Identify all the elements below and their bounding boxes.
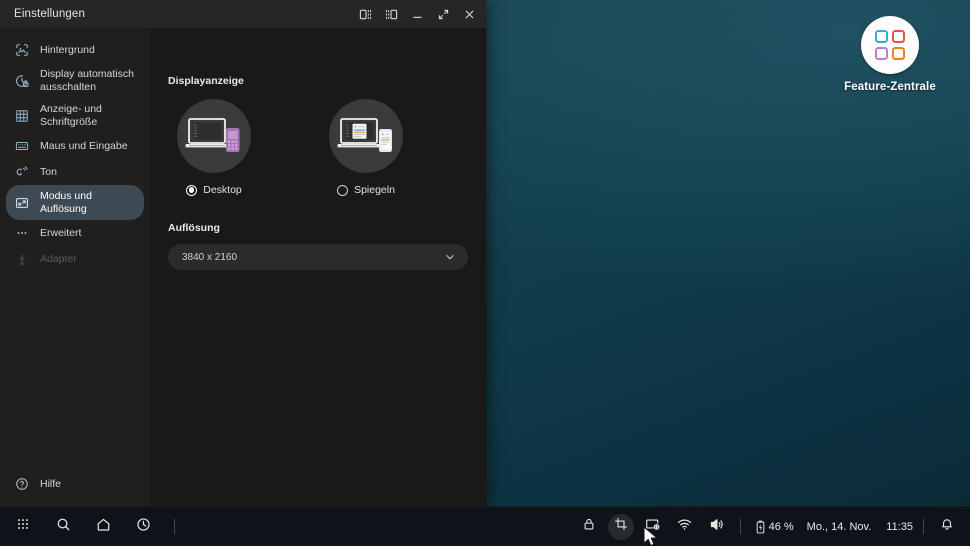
lock-icon [582, 517, 596, 536]
wifi-icon [677, 517, 692, 537]
screenshot-crop-icon [614, 517, 628, 536]
desktop-radio-label: Desktop [203, 184, 242, 196]
tile-blue-icon [875, 30, 888, 43]
sidebar-item-label: Hintergrund [40, 43, 95, 56]
settings-window[interactable]: Einstellungen Hintergrund Display automa… [0, 0, 486, 506]
desktop-icon-feature-zentrale[interactable]: Feature-Zentrale [839, 16, 941, 93]
settings-content: Displayanzeige Desktop Spiegeln Auflösun… [150, 28, 486, 506]
sidebar-item-label: Hilfe [40, 477, 62, 490]
keyboard-icon [14, 139, 29, 154]
sidebar-item-label: Anzeige- und Schriftgröße [40, 103, 102, 128]
desktop-icon-label: Feature-Zentrale [844, 81, 936, 93]
displayanzeige-title: Displayanzeige [168, 75, 244, 87]
spiegeln-radio-label: Spiegeln [354, 184, 395, 196]
sidebar-item-adapter: Adapter [6, 246, 144, 272]
sidebar-item-hilfe[interactable]: Hilfe [6, 471, 144, 497]
taskbar-divider-2 [739, 519, 741, 534]
sidebar-item-label: Adapter [40, 252, 77, 265]
taskbar-screenshot-button[interactable] [607, 513, 634, 540]
taskbar-search-button[interactable] [50, 514, 76, 540]
desktop-radio-row[interactable]: Desktop [168, 184, 260, 196]
sidebar-item-label: Ton [40, 165, 57, 178]
window-titlebar[interactable]: Einstellungen [0, 0, 486, 28]
more-dots-icon [14, 226, 29, 241]
help-circle-icon [14, 477, 29, 492]
window-title: Einstellungen [14, 8, 86, 20]
sound-icon [14, 165, 29, 180]
taskbar-divider-3 [923, 519, 924, 534]
sidebar-item-label: Modus und Auflösung [40, 190, 92, 215]
dock-right-button[interactable] [378, 1, 404, 27]
clock-icon [136, 517, 151, 537]
taskbar-wifi-button[interactable] [672, 514, 698, 540]
settings-sidebar: Hintergrund Display automatisch ausschal… [0, 28, 150, 506]
battery-charging-icon [755, 520, 766, 534]
sidebar-item-label: Display automatisch ausschalten [40, 68, 134, 93]
grid-size-icon [14, 108, 29, 123]
laptop-mirror-icon[interactable] [329, 99, 403, 173]
maximize-button[interactable] [430, 1, 456, 27]
laptop-extend-icon[interactable] [177, 99, 251, 173]
sidebar-item-label: Erweitert [40, 226, 82, 239]
home-icon [96, 517, 111, 537]
four-squares-icon [875, 30, 905, 60]
taskbar-recent-button[interactable] [130, 514, 156, 540]
bell-icon [940, 517, 954, 536]
resolution-section: Auflösung 3840 x 2160 [150, 222, 486, 270]
usb-icon [14, 252, 29, 267]
taskbar-notifications-button[interactable] [934, 514, 960, 540]
sidebar-item-ton[interactable]: Ton [6, 159, 144, 185]
taskbar: 46 % Mo., 14. Nov. 11:35 [0, 506, 970, 546]
speaker-icon [709, 517, 724, 537]
taskbar-left-group [0, 514, 183, 540]
resolution-value: 3840 x 2160 [182, 251, 238, 263]
taskbar-home-button[interactable] [90, 514, 116, 540]
display-mode-option-desktop[interactable]: Desktop [168, 99, 260, 196]
sidebar-item-display-automatisch-ausschalten[interactable]: Display automatisch ausschalten [6, 63, 144, 98]
minimize-button[interactable] [404, 1, 430, 27]
taskbar-volume-button[interactable] [704, 514, 730, 540]
grid-dots-icon [16, 517, 30, 536]
battery-percent: 46 % [768, 520, 794, 533]
taskbar-app-launcher-button[interactable] [10, 514, 36, 540]
sidebar-item-modus-und-aufloesung[interactable]: Modus und Auflösung [6, 185, 144, 220]
screen-timeout-icon [14, 73, 29, 88]
display-mode-options: Desktop Spiegeln [150, 99, 486, 196]
taskbar-divider [174, 519, 175, 534]
feature-zentrale-icon[interactable] [861, 16, 919, 74]
sidebar-item-anzeige-und-schriftgroesse[interactable]: Anzeige- und Schriftgröße [6, 98, 144, 133]
display-mode-option-spiegeln[interactable]: Spiegeln [320, 99, 412, 196]
taskbar-date[interactable]: Mo., 14. Nov. [807, 521, 872, 533]
taskbar-time[interactable]: 11:35 [886, 521, 913, 533]
wallpaper-icon [14, 43, 29, 58]
sidebar-item-label: Maus und Eingabe [40, 139, 128, 152]
sidebar-item-hintergrund[interactable]: Hintergrund [6, 37, 144, 63]
desktop-radio[interactable] [186, 184, 198, 196]
cast-screen-icon [645, 517, 660, 537]
taskbar-battery[interactable]: 46 % [755, 520, 794, 534]
sidebar-item-erweitert[interactable]: Erweitert [6, 220, 144, 246]
taskbar-right-group: 46 % Mo., 14. Nov. 11:35 [576, 513, 970, 540]
search-icon [56, 517, 71, 537]
tile-red-icon [892, 30, 905, 43]
spiegeln-radio-row[interactable]: Spiegeln [320, 184, 412, 196]
spiegeln-radio[interactable] [337, 184, 349, 196]
taskbar-cast-button[interactable] [640, 514, 666, 540]
display-mode-icon [14, 195, 29, 210]
chevron-down-icon [444, 251, 456, 263]
dock-left-button[interactable] [352, 1, 378, 27]
window-controls [352, 0, 482, 28]
close-button[interactable] [456, 1, 482, 27]
tile-purple-icon [875, 47, 888, 60]
sidebar-item-maus-und-eingabe[interactable]: Maus und Eingabe [6, 133, 144, 159]
tile-orange-icon [892, 47, 905, 60]
taskbar-lock-button[interactable] [576, 514, 602, 540]
aufloesung-title: Auflösung [168, 222, 220, 234]
resolution-select[interactable]: 3840 x 2160 [168, 244, 468, 270]
